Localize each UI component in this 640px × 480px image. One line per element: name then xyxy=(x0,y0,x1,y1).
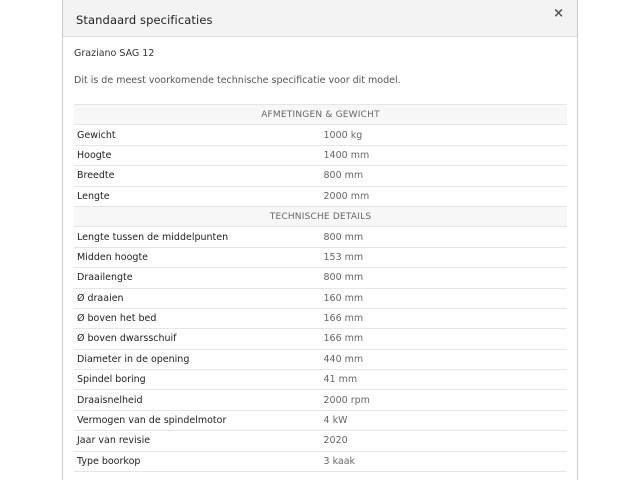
spec-value: 1400 mm xyxy=(320,144,567,166)
table-row: Lengte 2000 mm xyxy=(74,185,567,207)
modal-title: Standaard specificaties xyxy=(76,13,213,27)
spec-value: 2020 xyxy=(320,430,567,452)
table-row: Ø boven dwarsschuif 166 mm xyxy=(74,328,567,350)
table-row: Midden hoogte 153 mm xyxy=(74,246,567,268)
spec-label: Diameter in de opening xyxy=(74,348,321,370)
section-heading: AFMETINGEN & GEWICHT xyxy=(74,103,567,125)
spec-label: Gewicht xyxy=(74,124,321,146)
spec-label: Ø draaien xyxy=(74,287,321,309)
spec-label: Jaar van revisie xyxy=(74,430,321,452)
section-header-row: TECHNISCHE DETAILS xyxy=(74,205,567,227)
modal-header: Standaard specificaties × xyxy=(63,0,577,37)
spec-label: Draailengte xyxy=(74,267,321,289)
table-row: Spindel boring 41 mm xyxy=(74,369,567,390)
table-row: Type boorkop 3 kaak xyxy=(74,450,567,473)
table-row: Draaisnelheid 2000 rpm xyxy=(74,389,567,411)
spec-value: 440 mm xyxy=(320,348,567,370)
spec-value: 2000 rpm xyxy=(320,389,567,411)
spec-label: Midden hoogte xyxy=(74,246,321,268)
spec-label: Lengte xyxy=(74,185,321,207)
spec-value: 41 mm xyxy=(320,369,567,390)
table-row: Hoogte 1400 mm xyxy=(74,144,567,166)
spec-label: Draaisnelheid xyxy=(74,389,321,411)
table-row: Draailengte 800 mm xyxy=(74,267,567,289)
table-row: Ø draaien 160 mm xyxy=(74,287,567,309)
spec-label: Hoogte xyxy=(74,144,321,166)
spec-value: 166 mm xyxy=(320,328,567,350)
spec-value: 153 mm xyxy=(320,246,567,268)
spec-label: Ø boven het bed xyxy=(74,307,321,329)
spec-label: Spindel boring xyxy=(74,369,321,390)
spec-table: AFMETINGEN & GEWICHT Gewicht 1000 kg Hoogte… xyxy=(74,103,567,473)
table-row: Ø boven het bed 166 mm xyxy=(74,307,567,329)
spec-label: Vermogen van de spindelmotor xyxy=(74,409,321,431)
spec-value: 800 mm xyxy=(320,226,567,248)
spec-label: Lengte tussen de middelpunten xyxy=(74,226,321,248)
section-heading: TECHNISCHE DETAILS xyxy=(74,205,567,227)
table-row: Lengte tussen de middelpunten 800 mm xyxy=(74,226,567,248)
spec-value: 4 kW xyxy=(320,409,567,431)
spec-label: Ø boven dwarsschuif xyxy=(74,328,321,350)
machine-name: Graziano SAG 12 xyxy=(74,48,155,59)
table-row: Jaar van revisie 2020 xyxy=(74,430,567,452)
section-header-row: AFMETINGEN & GEWICHT xyxy=(74,103,567,125)
spec-value: 166 mm xyxy=(320,307,567,329)
spec-value: 3 kaak xyxy=(320,450,567,473)
spec-value: 800 mm xyxy=(320,165,567,187)
table-row: Vermogen van de spindelmotor 4 kW xyxy=(74,409,567,431)
spec-label: Breedte xyxy=(74,165,321,187)
spec-label: Type boorkop xyxy=(74,450,321,473)
close-icon[interactable]: × xyxy=(553,7,564,20)
specifications-modal: Standaard specificaties × Graziano SAG 1… xyxy=(62,0,578,480)
table-row: Gewicht 1000 kg xyxy=(74,124,567,146)
spec-value: 160 mm xyxy=(320,287,567,309)
table-row: Diameter in de opening 440 mm xyxy=(74,348,567,370)
intro-text: Dit is de meest voorkomende technische s… xyxy=(74,75,401,86)
table-row: Breedte 800 mm xyxy=(74,165,567,187)
spec-value: 800 mm xyxy=(320,267,567,289)
spec-value: 2000 mm xyxy=(320,185,567,207)
spec-value: 1000 kg xyxy=(320,124,567,146)
